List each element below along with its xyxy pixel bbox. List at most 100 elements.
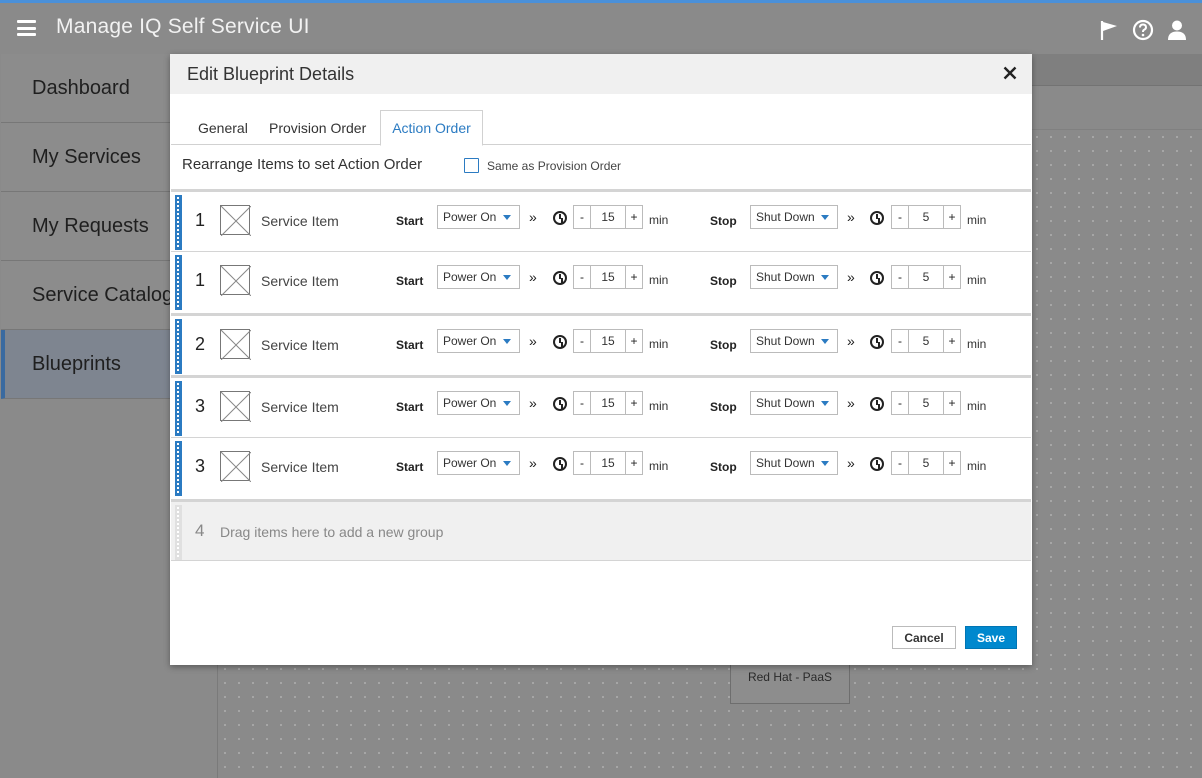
stop-action-select[interactable]: Shut Down	[750, 265, 838, 289]
tab-provision-order[interactable]: Provision Order	[269, 110, 366, 145]
decrement-button[interactable]: -	[574, 330, 591, 352]
start-action-value: Power On	[443, 456, 497, 470]
stop-delay-value[interactable]: 5	[909, 330, 943, 352]
tab-general[interactable]: General	[198, 110, 248, 145]
checkbox[interactable]	[464, 158, 479, 173]
decrement-button[interactable]: -	[892, 206, 909, 228]
drop-zone-new-group[interactable]: 4 Drag items here to add a new group	[171, 499, 1031, 561]
start-label: Start	[396, 460, 424, 474]
minutes-label: min	[967, 399, 987, 413]
clock-icon	[870, 335, 884, 349]
start-delay-stepper[interactable]: - 15 +	[573, 205, 643, 229]
app-title: Manage IQ Self Service UI	[56, 15, 310, 38]
increment-button[interactable]: +	[943, 206, 960, 228]
start-action-value: Power On	[443, 334, 497, 348]
item-image-placeholder-icon	[220, 329, 252, 361]
service-item-name: Service Item	[261, 459, 339, 475]
start-action-value: Power On	[443, 210, 497, 224]
caret-down-icon	[503, 339, 511, 344]
group-number: 3	[195, 456, 206, 476]
stop-delay-stepper[interactable]: - 5 +	[891, 205, 961, 229]
stop-action-select[interactable]: Shut Down	[750, 329, 838, 353]
start-action-select[interactable]: Power On	[437, 205, 520, 229]
increment-button[interactable]: +	[943, 266, 960, 288]
start-action-select[interactable]: Power On	[437, 391, 520, 415]
user-icon[interactable]	[1166, 19, 1188, 41]
service-item-name: Service Item	[261, 399, 339, 415]
save-button[interactable]: Save	[965, 626, 1017, 649]
cancel-button[interactable]: Cancel	[892, 626, 956, 649]
clock-icon	[870, 397, 884, 411]
decrement-button[interactable]: -	[892, 330, 909, 352]
decrement-button[interactable]: -	[574, 392, 591, 414]
same-as-provision-checkbox[interactable]: Same as Provision Order	[464, 158, 621, 173]
start-delay-stepper[interactable]: - 15 +	[573, 329, 643, 353]
action-row: 3 Service Item Start Power On » - 15 + m…	[171, 437, 1031, 499]
modal-title: Edit Blueprint Details	[187, 63, 355, 84]
clock-icon	[870, 211, 884, 225]
clock-icon	[553, 457, 567, 471]
stop-label: Stop	[710, 338, 737, 352]
stop-delay-stepper[interactable]: - 5 +	[891, 265, 961, 289]
drag-handle-icon[interactable]	[175, 441, 182, 496]
group-number: 2	[195, 334, 206, 354]
stop-action-select[interactable]: Shut Down	[750, 391, 838, 415]
increment-button[interactable]: +	[943, 452, 960, 474]
close-icon[interactable]	[1000, 63, 1020, 83]
drag-handle-icon[interactable]	[175, 195, 182, 250]
decrement-button[interactable]: -	[892, 452, 909, 474]
start-delay-value[interactable]: 15	[591, 392, 625, 414]
increment-button[interactable]: +	[625, 392, 642, 414]
flag-icon[interactable]	[1098, 19, 1120, 41]
stop-delay-value[interactable]: 5	[909, 392, 943, 414]
start-delay-stepper[interactable]: - 15 +	[573, 451, 643, 475]
start-action-select[interactable]: Power On	[437, 451, 520, 475]
item-image-placeholder-icon	[220, 391, 252, 423]
drag-handle-icon[interactable]	[175, 381, 182, 436]
decrement-button[interactable]: -	[574, 266, 591, 288]
double-chevron-right-icon: »	[847, 395, 855, 411]
decrement-button[interactable]: -	[892, 266, 909, 288]
tab-action-order[interactable]: Action Order	[380, 110, 483, 146]
start-delay-stepper[interactable]: - 15 +	[573, 391, 643, 415]
stop-delay-value[interactable]: 5	[909, 206, 943, 228]
stop-delay-stepper[interactable]: - 5 +	[891, 391, 961, 415]
start-delay-value[interactable]: 15	[591, 330, 625, 352]
start-delay-stepper[interactable]: - 15 +	[573, 265, 643, 289]
stop-delay-value[interactable]: 5	[909, 266, 943, 288]
double-chevron-right-icon: »	[529, 333, 537, 349]
increment-button[interactable]: +	[625, 206, 642, 228]
start-action-select[interactable]: Power On	[437, 329, 520, 353]
increment-button[interactable]: +	[625, 266, 642, 288]
increment-button[interactable]: +	[943, 392, 960, 414]
drag-handle-icon[interactable]	[175, 319, 182, 374]
stop-action-select[interactable]: Shut Down	[750, 205, 838, 229]
drag-handle-icon[interactable]	[175, 255, 182, 310]
stop-label: Stop	[710, 460, 737, 474]
start-delay-value[interactable]: 15	[591, 452, 625, 474]
stop-action-value: Shut Down	[756, 210, 815, 224]
start-action-select[interactable]: Power On	[437, 265, 520, 289]
increment-button[interactable]: +	[943, 330, 960, 352]
stop-action-select[interactable]: Shut Down	[750, 451, 838, 475]
stop-delay-stepper[interactable]: - 5 +	[891, 451, 961, 475]
decrement-button[interactable]: -	[574, 452, 591, 474]
minutes-label: min	[649, 337, 669, 351]
help-icon[interactable]	[1132, 19, 1154, 41]
increment-button[interactable]: +	[625, 330, 642, 352]
start-delay-value[interactable]: 15	[591, 206, 625, 228]
item-image-placeholder-icon	[220, 451, 252, 483]
stop-label: Stop	[710, 400, 737, 414]
start-delay-value[interactable]: 15	[591, 266, 625, 288]
stop-delay-value[interactable]: 5	[909, 452, 943, 474]
increment-button[interactable]: +	[625, 452, 642, 474]
decrement-button[interactable]: -	[892, 392, 909, 414]
stop-delay-stepper[interactable]: - 5 +	[891, 329, 961, 353]
stop-label: Stop	[710, 214, 737, 228]
decrement-button[interactable]: -	[574, 206, 591, 228]
minutes-label: min	[649, 399, 669, 413]
caret-down-icon	[821, 339, 829, 344]
hamburger-menu-icon[interactable]	[17, 20, 36, 36]
canvas-node[interactable]: Red Hat - PaaS	[730, 660, 850, 704]
minutes-label: min	[649, 459, 669, 473]
